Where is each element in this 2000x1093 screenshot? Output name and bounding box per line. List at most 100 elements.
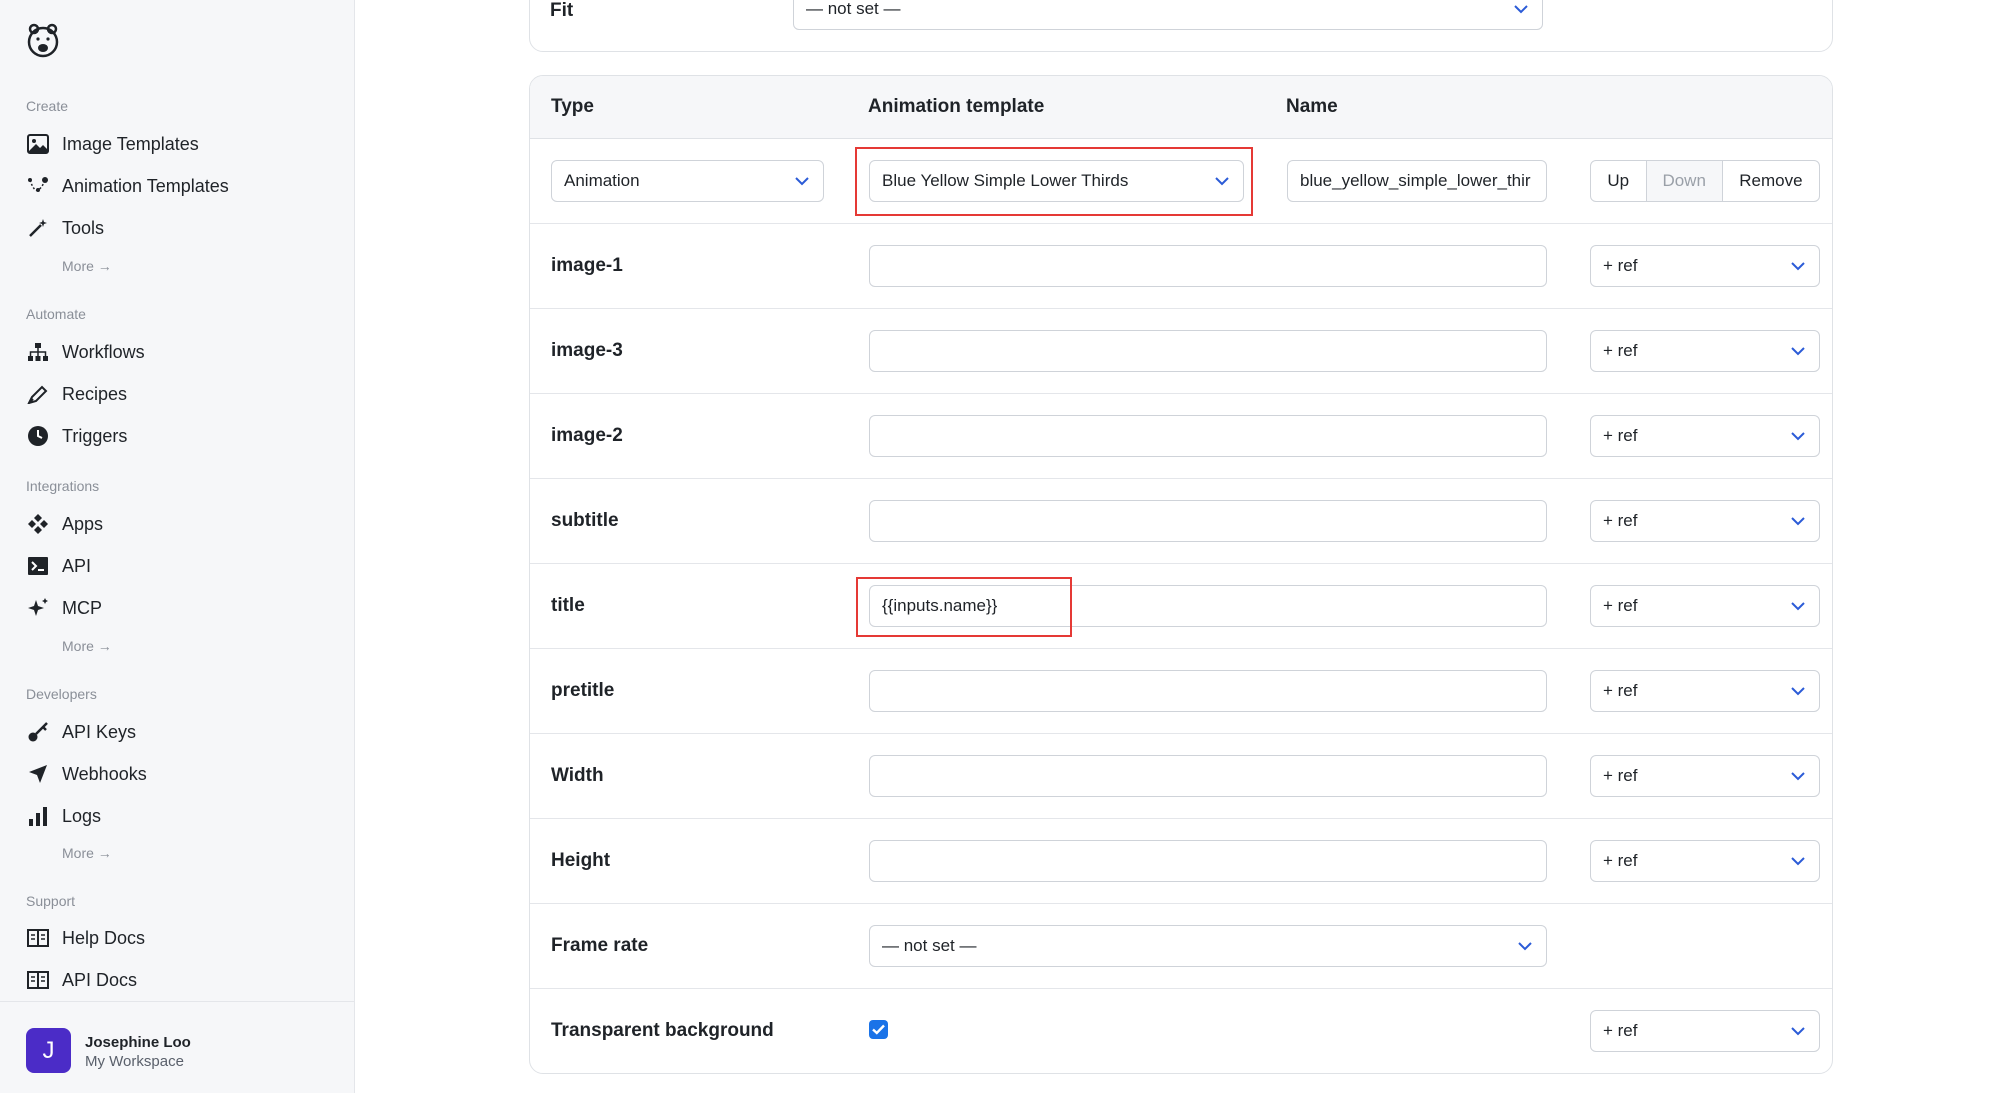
transparent-background-checkbox[interactable] <box>869 1020 888 1039</box>
sidebar-item-webhooks[interactable]: Webhooks <box>26 758 147 790</box>
ref-select[interactable]: + ref <box>1590 755 1820 797</box>
sidebar-item-api-keys[interactable]: API Keys <box>26 716 136 748</box>
ref-select[interactable]: + ref <box>1590 415 1820 457</box>
chevron-down-icon <box>1791 517 1805 526</box>
ref-select-value: + ref <box>1603 426 1638 445</box>
section-create: Create <box>26 98 69 114</box>
sidebar-item-label: API Keys <box>62 721 137 742</box>
chevron-down-icon <box>1791 432 1805 441</box>
key-icon <box>26 720 50 744</box>
table-header: Type Animation template Name <box>530 76 1832 139</box>
remove-button[interactable]: Remove <box>1723 161 1819 201</box>
sidebar-item-triggers[interactable]: Triggers <box>26 420 127 452</box>
chevron-down-icon <box>1791 857 1805 866</box>
frame-rate-value: — not set — <box>882 936 977 955</box>
sidebar-item-tools[interactable]: Tools <box>26 212 104 244</box>
ref-select[interactable]: + ref <box>1590 245 1820 287</box>
ref-select[interactable]: + ref <box>1590 330 1820 372</box>
type-select-value: Animation <box>564 171 640 190</box>
field-row-subtitle: subtitle + ref <box>530 479 1832 564</box>
field-label: Height <box>551 850 611 871</box>
check-icon <box>872 1024 885 1035</box>
sidebar-item-label: API Docs <box>62 969 138 990</box>
ref-select[interactable]: + ref <box>1590 500 1820 542</box>
field-label: Width <box>551 765 604 786</box>
ref-select-value: + ref <box>1603 766 1638 785</box>
fit-select[interactable]: — not set — <box>793 0 1543 30</box>
highlight-title-input <box>856 577 1072 637</box>
chevron-down-icon <box>1791 1027 1805 1036</box>
more-link-integrations[interactable]: More → <box>62 638 112 654</box>
send-icon <box>26 762 50 786</box>
sidebar-item-api[interactable]: API <box>26 550 91 582</box>
ref-select[interactable]: + ref <box>1590 585 1820 627</box>
chevron-down-icon <box>1514 5 1528 14</box>
sidebar-item-label: Webhooks <box>62 763 147 784</box>
sidebar-item-logs[interactable]: Logs <box>26 800 101 832</box>
sidebar-item-label: Tools <box>62 217 105 238</box>
fit-select-value: — not set — <box>806 0 901 18</box>
field-row-frame-rate: Frame rate — not set — <box>530 904 1832 989</box>
header-animation-template: Animation template <box>868 96 1045 117</box>
avatar: J <box>26 1028 71 1073</box>
sidebar-item-recipes[interactable]: Recipes <box>26 378 127 410</box>
type-select[interactable]: Animation <box>551 160 824 202</box>
highlight-animation-template <box>855 147 1253 216</box>
sidebar-item-label: Animation Templates <box>62 175 229 196</box>
sidebar-item-label: Apps <box>62 513 104 534</box>
up-button[interactable]: Up <box>1591 161 1647 201</box>
field-label: image-1 <box>551 255 623 276</box>
sidebar-item-api-docs[interactable]: API Docs <box>26 964 137 996</box>
field-input[interactable] <box>869 500 1547 542</box>
frame-rate-select[interactable]: — not set — <box>869 925 1547 967</box>
terminal-icon <box>26 554 50 578</box>
field-label: Frame rate <box>551 935 649 956</box>
ref-select-value: + ref <box>1603 1021 1638 1040</box>
section-support: Support <box>26 893 76 909</box>
sidebar-item-help-docs[interactable]: Help Docs <box>26 922 145 954</box>
ref-select[interactable]: + ref <box>1590 1010 1820 1052</box>
field-label: title <box>551 595 585 616</box>
sidebar-item-apps[interactable]: Apps <box>26 508 103 540</box>
more-link-create[interactable]: More → <box>62 258 112 274</box>
ref-select-value: + ref <box>1603 851 1638 870</box>
sidebar-item-label: Triggers <box>62 425 128 446</box>
more-link-developers[interactable]: More → <box>62 845 112 861</box>
bear-logo-icon[interactable] <box>26 20 60 62</box>
ref-select[interactable]: + ref <box>1590 840 1820 882</box>
field-input[interactable] <box>869 245 1547 287</box>
workflow-icon <box>26 340 50 364</box>
pen-icon <box>26 382 50 406</box>
bar-chart-icon <box>26 804 50 828</box>
layer-name-input[interactable]: blue_yellow_simple_lower_thir <box>1287 160 1547 202</box>
field-input[interactable] <box>869 670 1547 712</box>
fit-label: Fit <box>550 0 574 21</box>
book-icon <box>26 926 50 950</box>
field-row-width: Width + ref <box>530 734 1832 819</box>
down-button[interactable]: Down <box>1646 161 1723 201</box>
image-icon <box>26 132 50 156</box>
user-profile[interactable]: J Josephine Loo My Workspace <box>0 1001 355 1093</box>
field-input[interactable] <box>869 840 1547 882</box>
field-input[interactable] <box>869 415 1547 457</box>
field-input[interactable] <box>869 755 1547 797</box>
sparkle-icon <box>26 596 50 620</box>
sidebar-item-workflows[interactable]: Workflows <box>26 336 145 368</box>
apps-icon <box>26 512 50 536</box>
field-label: image-2 <box>551 425 623 446</box>
chevron-down-icon <box>1791 687 1805 696</box>
field-row-image-3: image-3 + ref <box>530 309 1832 394</box>
ref-select-value: + ref <box>1603 681 1638 700</box>
sidebar-item-label: Recipes <box>62 383 128 404</box>
section-developers: Developers <box>26 686 97 702</box>
sidebar-item-label: MCP <box>62 597 102 618</box>
field-input[interactable] <box>869 330 1547 372</box>
sidebar-item-mcp[interactable]: MCP <box>26 592 102 624</box>
user-name: Josephine Loo <box>85 1034 191 1051</box>
sidebar-item-image-templates[interactable]: Image Templates <box>26 128 199 160</box>
sidebar-item-animation-templates[interactable]: Animation Templates <box>26 170 229 202</box>
field-label: Transparent background <box>551 1020 774 1041</box>
ref-select[interactable]: + ref <box>1590 670 1820 712</box>
sidebar: Create Image Templates Animation Templat… <box>0 0 355 1093</box>
field-row-pretitle: pretitle + ref <box>530 649 1832 734</box>
